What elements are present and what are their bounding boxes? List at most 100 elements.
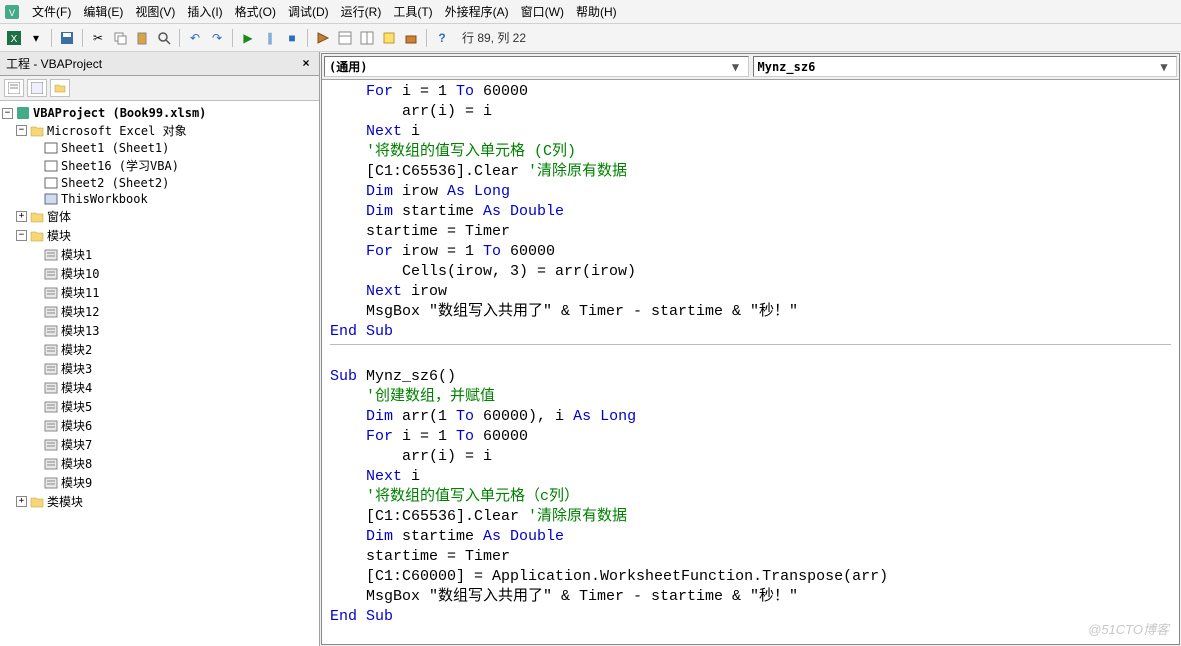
tree-modules[interactable]: − 模块 — [2, 226, 317, 245]
tree-class-modules-label: 类模块 — [47, 493, 83, 510]
tree-item-label: 模块12 — [61, 303, 99, 320]
collapse-icon[interactable]: − — [2, 108, 13, 119]
module-icon — [44, 286, 58, 300]
tree-forms[interactable]: + 窗体 — [2, 207, 317, 226]
tree-module3[interactable]: 模块3 — [2, 359, 317, 378]
tree-module10[interactable]: 模块10 — [2, 264, 317, 283]
menu-window[interactable]: 窗口(W) — [515, 1, 570, 22]
reset-icon[interactable]: ■ — [282, 28, 302, 48]
tree-item-label: 模块3 — [61, 360, 92, 377]
menu-tools[interactable]: 工具(T) — [387, 1, 438, 22]
tree-excel-objects[interactable]: − Microsoft Excel 对象 — [2, 121, 317, 140]
module-icon — [44, 267, 58, 281]
run-icon[interactable]: ▶ — [238, 28, 258, 48]
expand-icon[interactable]: + — [16, 496, 27, 507]
break-icon[interactable]: ∥ — [260, 28, 280, 48]
chevron-down-icon: ▼ — [728, 60, 744, 74]
procedure-dropdown-value: Mynz_sz6 — [758, 60, 816, 74]
toolbox-icon[interactable] — [401, 28, 421, 48]
save-icon[interactable] — [57, 28, 77, 48]
menu-file[interactable]: 文件(F) — [26, 1, 77, 22]
tree-item-label: 模块7 — [61, 436, 92, 453]
procedure-dropdown[interactable]: Mynz_sz6 ▼ — [753, 56, 1178, 77]
vba-app-icon: V — [4, 4, 20, 20]
tree-item-label: 模块8 — [61, 455, 92, 472]
menu-help[interactable]: 帮助(H) — [570, 1, 623, 22]
object-dropdown-value: (通用) — [329, 58, 367, 75]
tree-module11[interactable]: 模块11 — [2, 283, 317, 302]
tree-item-label: 模块2 — [61, 341, 92, 358]
tree-module7[interactable]: 模块7 — [2, 435, 317, 454]
find-icon[interactable] — [154, 28, 174, 48]
tree-thisworkbook[interactable]: ThisWorkbook — [2, 191, 317, 207]
module-icon — [44, 476, 58, 490]
module-icon — [44, 343, 58, 357]
view-code-icon[interactable] — [4, 79, 24, 97]
tree-sheet16[interactable]: Sheet16 (学习VBA) — [2, 156, 317, 175]
tree-item-label: 模块6 — [61, 417, 92, 434]
tree-module9[interactable]: 模块9 — [2, 473, 317, 492]
menu-insert[interactable]: 插入(I) — [181, 1, 228, 22]
watermark: @51CTO博客 — [1088, 619, 1169, 638]
expand-icon[interactable]: + — [16, 211, 27, 222]
menu-format[interactable]: 格式(O) — [229, 1, 282, 22]
workbook-icon — [44, 192, 58, 206]
tree-sheet1[interactable]: Sheet1 (Sheet1) — [2, 140, 317, 156]
code-editor[interactable]: For i = 1 To 60000 arr(i) = i Next i '将数… — [322, 80, 1179, 644]
redo-icon[interactable]: ↷ — [207, 28, 227, 48]
sheet-icon — [44, 159, 58, 173]
tree-module2[interactable]: 模块2 — [2, 340, 317, 359]
tree-module1[interactable]: 模块1 — [2, 245, 317, 264]
tree-item-label: 模块10 — [61, 265, 99, 282]
cut-icon[interactable]: ✂ — [88, 28, 108, 48]
folder-icon — [30, 210, 44, 224]
tree-module5[interactable]: 模块5 — [2, 397, 317, 416]
menu-run[interactable]: 运行(R) — [335, 1, 388, 22]
toggle-folders-icon[interactable] — [50, 79, 70, 97]
view-object-icon[interactable] — [27, 79, 47, 97]
tree-sheet2[interactable]: Sheet2 (Sheet2) — [2, 175, 317, 191]
module-icon — [44, 362, 58, 376]
svg-text:X: X — [11, 34, 18, 45]
project-tree[interactable]: − VBAProject (Book99.xlsm) − Microsoft E… — [0, 101, 319, 646]
menu-debug[interactable]: 调试(D) — [282, 1, 335, 22]
tree-item-label: 模块1 — [61, 246, 92, 263]
menu-edit[interactable]: 编辑(E) — [77, 1, 129, 22]
copy-icon[interactable] — [110, 28, 130, 48]
module-icon — [44, 457, 58, 471]
project-panel-close-button[interactable]: × — [299, 57, 313, 71]
tree-class-modules[interactable]: + 类模块 — [2, 492, 317, 511]
view-excel-icon[interactable]: X — [4, 28, 24, 48]
undo-icon[interactable]: ↶ — [185, 28, 205, 48]
tree-item-label: 模块9 — [61, 474, 92, 491]
module-icon — [44, 400, 58, 414]
svg-text:V: V — [9, 8, 15, 18]
tree-item-label: 模块11 — [61, 284, 99, 301]
tree-module8[interactable]: 模块8 — [2, 454, 317, 473]
design-mode-icon[interactable] — [313, 28, 333, 48]
tree-module4[interactable]: 模块4 — [2, 378, 317, 397]
menu-addins[interactable]: 外接程序(A) — [439, 1, 515, 22]
object-browser-icon[interactable] — [379, 28, 399, 48]
chevron-down-icon: ▼ — [1156, 60, 1172, 74]
menu-view[interactable]: 视图(V) — [129, 1, 181, 22]
module-icon — [44, 324, 58, 338]
module-icon — [44, 438, 58, 452]
tree-module6[interactable]: 模块6 — [2, 416, 317, 435]
tree-item-label: Sheet2 (Sheet2) — [61, 176, 169, 190]
help-icon[interactable]: ? — [432, 28, 452, 48]
object-dropdown[interactable]: (通用) ▼ — [324, 56, 749, 77]
properties-icon[interactable] — [357, 28, 377, 48]
collapse-icon[interactable]: − — [16, 230, 27, 241]
sheet-icon — [44, 176, 58, 190]
project-explorer-icon[interactable] — [335, 28, 355, 48]
toolbar: X ▾ ✂ ↶ ↷ ▶ ∥ ■ ? 行 89, 列 22 — [0, 24, 1181, 52]
tree-module13[interactable]: 模块13 — [2, 321, 317, 340]
module-icon — [44, 305, 58, 319]
tree-module12[interactable]: 模块12 — [2, 302, 317, 321]
paste-icon[interactable] — [132, 28, 152, 48]
collapse-icon[interactable]: − — [16, 125, 27, 136]
tree-root[interactable]: − VBAProject (Book99.xlsm) — [2, 105, 317, 121]
dropdown-arrow-icon[interactable]: ▾ — [26, 28, 46, 48]
tree-root-label: VBAProject (Book99.xlsm) — [33, 106, 206, 120]
